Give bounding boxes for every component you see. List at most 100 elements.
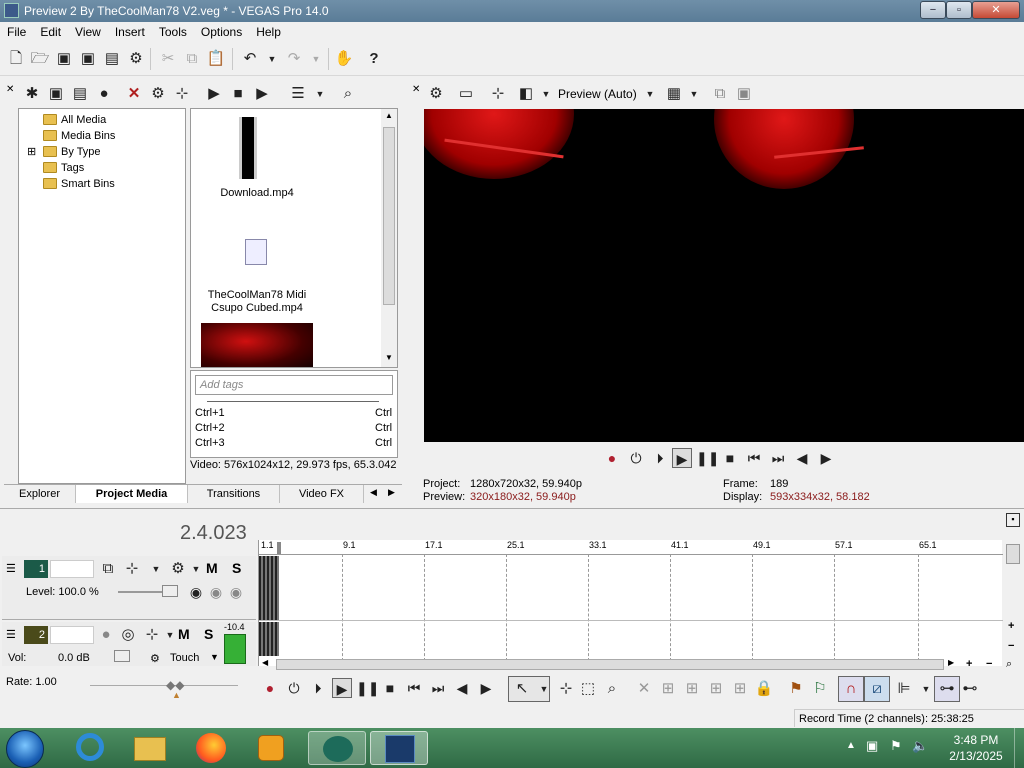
crossfade-icon[interactable]: ⧄ (867, 679, 887, 699)
preview-properties-gear-icon[interactable]: ⚙ (426, 84, 446, 104)
auto-ripple-icon[interactable]: ⊫ (894, 679, 914, 699)
child-mode-icon[interactable]: ◉ (226, 582, 246, 602)
taskbar-firefox-icon[interactable] (188, 731, 232, 765)
split-dropdown-icon[interactable]: ▼ (536, 84, 556, 104)
menu-tools[interactable]: Tools (152, 22, 194, 39)
tab-video-fx[interactable]: Video FX (280, 485, 364, 503)
go-to-start-icon[interactable]: ⏮ (744, 448, 764, 468)
menu-insert[interactable]: Insert (108, 22, 152, 39)
close-button[interactable]: ✕ (972, 1, 1020, 19)
play-media-icon[interactable]: ▶ (204, 84, 224, 104)
timeline-vertical-scrollbar[interactable]: + − (1004, 542, 1022, 668)
mute-button[interactable]: M (206, 560, 218, 576)
zoom-out-time-icon[interactable]: − (986, 658, 992, 670)
delete-icon[interactable]: ✕ (634, 679, 654, 699)
clock-time[interactable]: 3:48 PM (946, 733, 1006, 747)
track-minimize-icon[interactable]: ☰ (6, 562, 20, 575)
media-list-scrollbar[interactable]: ▲ ▼ (381, 109, 397, 367)
undo-dropdown-icon[interactable]: ▼ (262, 49, 282, 69)
new-file-icon[interactable]: 🗋 (6, 49, 26, 69)
external-monitor-icon[interactable]: ▭ (456, 84, 476, 104)
tree-item-smart-bins[interactable]: Smart Bins (23, 176, 185, 192)
pause-icon[interactable]: ❚❚ (696, 448, 719, 468)
track-fx-icon[interactable]: ⊹ (122, 559, 142, 579)
tree-item-media-bins[interactable]: Media Bins (23, 128, 185, 144)
redo-dropdown-icon[interactable]: ▼ (306, 49, 326, 69)
get-media-web-icon[interactable]: ● (94, 84, 114, 104)
capture-icon[interactable]: ▤ (70, 84, 90, 104)
video-file-icon[interactable] (245, 239, 267, 265)
paste-icon[interactable]: 📋 (206, 49, 226, 69)
level-slider-thumb[interactable] (162, 585, 178, 597)
save-as-icon[interactable]: ▣ (78, 49, 98, 69)
scroll-right-icon[interactable]: ▶ (948, 658, 954, 667)
next-frame-icon[interactable]: ▶ (816, 448, 836, 468)
go-to-end-icon[interactable]: ⏭ (768, 448, 788, 468)
start-button[interactable] (6, 730, 44, 768)
overlays-grid-icon[interactable]: ▦ (664, 84, 684, 104)
mute-button[interactable]: M (178, 626, 190, 642)
dock-close-icon[interactable]: ✕ (6, 84, 14, 95)
show-hidden-icons-icon[interactable]: ▲ (846, 740, 856, 751)
cut-icon[interactable]: ✂ (158, 49, 178, 69)
play-from-start-icon[interactable]: ⏵ (650, 448, 670, 468)
overlays-dropdown-icon[interactable]: ▼ (684, 84, 704, 104)
tree-item-all-media[interactable]: All Media (23, 112, 185, 128)
insert-marker-icon[interactable]: ⚑ (786, 679, 806, 699)
tab-explorer[interactable]: Explorer (4, 485, 76, 503)
auto-preview-icon[interactable]: ▶ (252, 84, 272, 104)
next-frame-icon[interactable]: ▶ (476, 678, 496, 698)
taskbar-vegas-pro-icon[interactable] (370, 731, 428, 765)
lock-envelopes-icon[interactable]: ⊶ (937, 679, 957, 699)
zoom-in-track-icon[interactable]: + (1008, 620, 1014, 632)
tab-scroll-right-icon[interactable]: ▶ (388, 487, 395, 498)
views-dropdown-icon[interactable]: ▼ (310, 84, 330, 104)
media-properties-icon[interactable]: ⚙ (148, 84, 168, 104)
compositing-gear-icon[interactable]: ⚙ (168, 559, 188, 579)
ignore-grouping-icon[interactable]: ⊷ (960, 679, 980, 699)
track-minimize-icon[interactable]: ☰ (6, 628, 20, 641)
save-icon[interactable]: ▣ (54, 49, 74, 69)
taskbar-app-icon[interactable] (308, 731, 366, 765)
track-fx-dropdown-icon[interactable]: ▼ (160, 625, 180, 645)
add-media-icon[interactable]: ✱ (22, 84, 42, 104)
loop-playback-icon[interactable]: ⏻ (284, 678, 304, 698)
menu-file[interactable]: File (0, 22, 33, 39)
zoom-out-track-icon[interactable]: − (1008, 640, 1014, 652)
menu-help[interactable]: Help (249, 22, 288, 39)
media-thumbnail[interactable] (201, 323, 313, 367)
automation-mode-icon[interactable]: ⚙ (150, 652, 160, 665)
go-to-end-icon[interactable]: ⏭ (428, 678, 448, 698)
rate-slider[interactable] (90, 685, 238, 686)
hand-tool-icon[interactable]: ✋ (334, 49, 354, 69)
parent-mode-icon[interactable]: ◉ (206, 582, 226, 602)
media-thumbnail[interactable] (239, 117, 257, 179)
record-icon[interactable]: ● (260, 678, 280, 698)
trim-end-icon[interactable]: ⊞ (706, 679, 726, 699)
trim-start-icon[interactable]: ⊞ (682, 679, 702, 699)
play-icon[interactable]: ▶ (672, 448, 692, 468)
stop-media-icon[interactable]: ■ (228, 84, 248, 104)
cursor-tool-icon[interactable]: ↖ (512, 679, 532, 699)
help-icon[interactable]: ? (364, 49, 384, 69)
vertical-scroll-thumb[interactable] (1006, 544, 1020, 564)
lock-icon[interactable]: 🔒 (754, 679, 774, 699)
ripple-dropdown-icon[interactable]: ▼ (916, 679, 936, 699)
horizontal-scroll-thumb[interactable] (276, 659, 944, 670)
preview-close-icon[interactable]: ✕ (412, 84, 420, 95)
import-media-icon[interactable]: ▣ (46, 84, 66, 104)
tab-project-media[interactable]: Project Media (76, 485, 188, 503)
media-item-label[interactable]: TheCoolMan78 Midi Csupo Cubed.mp4 (201, 289, 313, 315)
clock-date[interactable]: 2/13/2025 (942, 749, 1010, 763)
scroll-down-icon[interactable]: ▼ (385, 353, 393, 362)
previous-frame-icon[interactable]: ◀ (452, 678, 472, 698)
expand-icon[interactable]: ⊞ (27, 144, 39, 160)
track-name-field[interactable] (50, 626, 94, 644)
envelope-tool-icon[interactable]: ⊹ (556, 679, 576, 699)
properties-gear-icon[interactable]: ⚙ (126, 49, 146, 69)
add-tags-input[interactable]: Add tags (195, 375, 393, 395)
invert-phase-icon[interactable]: ◎ (118, 625, 138, 645)
menu-edit[interactable]: Edit (33, 22, 68, 39)
trim-icon[interactable]: ⊞ (658, 679, 678, 699)
taskbar-file-explorer-icon[interactable] (128, 731, 172, 765)
